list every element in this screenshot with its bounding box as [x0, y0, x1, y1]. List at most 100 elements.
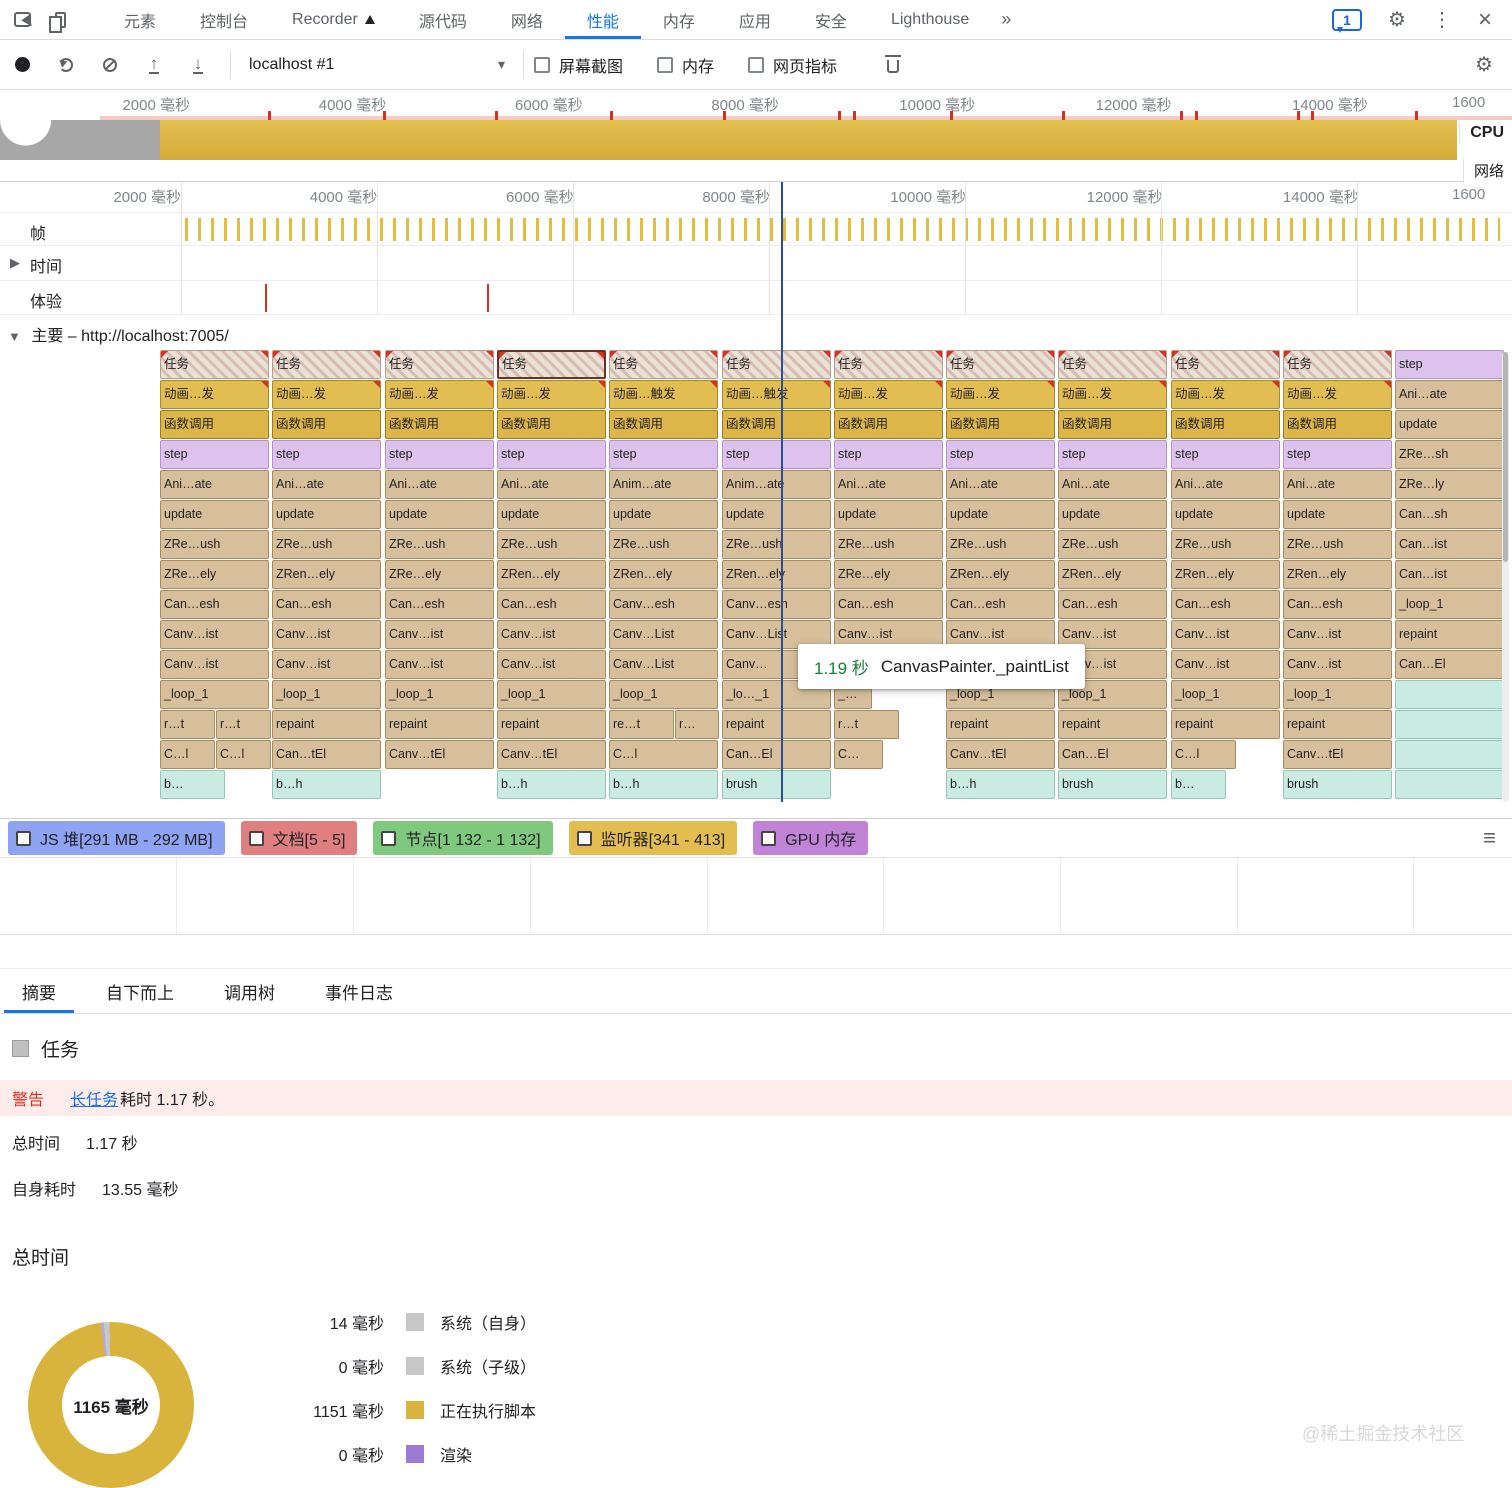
memory-series-toggle[interactable]: JS 堆[291 MB - 292 MB] [8, 821, 225, 855]
flame-event-Ani…ate[interactable]: Ani…ate [272, 470, 381, 499]
flame-event-brush[interactable]: brush [722, 770, 831, 799]
flame-event-函数调用[interactable]: 函数调用 [1283, 410, 1392, 439]
flame-event-Canv…ist[interactable]: Canv…ist [385, 620, 494, 649]
reload-and-record-button[interactable] [44, 45, 88, 85]
flame-event-Canv…tEl[interactable]: Canv…tEl [497, 740, 606, 769]
flame-event-动画…发[interactable]: 动画…发 [272, 380, 381, 409]
flame-event-ZRe…ush[interactable]: ZRe…ush [834, 530, 943, 559]
flame-event-update[interactable]: update [1171, 500, 1280, 529]
flame-event-ZRen…ely[interactable]: ZRen…ely [1171, 560, 1280, 589]
flame-event-update[interactable]: update [272, 500, 381, 529]
flame-event-repaint[interactable]: repaint [497, 710, 606, 739]
flame-event-函数调用[interactable]: 函数调用 [722, 410, 831, 439]
flame-event-ZRe…ush[interactable]: ZRe…ush [497, 530, 606, 559]
flame-event-ZRe…ely[interactable]: ZRe…ely [385, 560, 494, 589]
flame-event-Ani…ate[interactable]: Ani…ate [1058, 470, 1167, 499]
flame-event-Ani…ate[interactable]: Ani…ate [1283, 470, 1392, 499]
checkbox-内存[interactable]: 内存 [657, 53, 714, 77]
tab-性能[interactable]: 性能 [565, 0, 641, 39]
flame-event-动画…发[interactable]: 动画…发 [1058, 380, 1167, 409]
flame-event-函数调用[interactable]: 函数调用 [1058, 410, 1167, 439]
flame-event-C…l[interactable]: C…l [609, 740, 718, 769]
flame-event-step[interactable]: step [272, 440, 381, 469]
flame-event-Can…esh[interactable]: Can…esh [834, 590, 943, 619]
flame-event-step[interactable]: step [497, 440, 606, 469]
flame-event-任务[interactable]: 任务 [272, 350, 381, 379]
flame-event-C…l[interactable]: C…l [160, 740, 215, 769]
capture-settings-button[interactable]: ⚙ [1462, 45, 1506, 85]
flame-event-Canv…List[interactable]: Canv…List [609, 650, 718, 679]
flame-event-Can…esh[interactable]: Can…esh [272, 590, 381, 619]
close-icon[interactable]: × [1478, 6, 1492, 34]
flame-event-step[interactable]: step [946, 440, 1055, 469]
flame-event-任务[interactable]: 任务 [385, 350, 494, 379]
feedback-badge[interactable]: 1 [1332, 9, 1362, 31]
collect-garbage-button[interactable] [871, 45, 915, 85]
flame-event-ZRen…ely[interactable]: ZRen…ely [722, 560, 831, 589]
flame-event-b…h[interactable]: b…h [497, 770, 606, 799]
details-tab-摘要[interactable]: 摘要 [4, 969, 74, 1013]
flame-event-b…[interactable]: b… [160, 770, 225, 799]
flame-event-ZRe…sh[interactable]: ZRe…sh [1395, 440, 1504, 469]
flame-event-update[interactable]: update [385, 500, 494, 529]
flame-event-ZRe…ush[interactable]: ZRe…ush [272, 530, 381, 559]
flame-event-ZRe…ush[interactable]: ZRe…ush [1171, 530, 1280, 559]
flame-event-Canv…ist[interactable]: Canv…ist [497, 620, 606, 649]
flame-event-step[interactable]: step [609, 440, 718, 469]
flame-event-_loop_1[interactable]: _loop_1 [609, 680, 718, 709]
flame-event-ZRe…ely[interactable]: ZRe…ely [834, 560, 943, 589]
flame-event-ZRen…ely[interactable]: ZRen…ely [609, 560, 718, 589]
flame-event-repaint[interactable]: repaint [722, 710, 831, 739]
memory-graph[interactable] [0, 858, 1512, 935]
tab-源代码[interactable]: 源代码 [397, 0, 489, 39]
flame-event-任务[interactable]: 任务 [722, 350, 831, 379]
flame-event[interactable] [1395, 710, 1504, 739]
flame-event-ZRen…ely[interactable]: ZRen…ely [946, 560, 1055, 589]
flame-event-函数调用[interactable]: 函数调用 [497, 410, 606, 439]
flame-event-ZRe…ely[interactable]: ZRe…ely [160, 560, 269, 589]
checkbox-屏幕截图[interactable]: 屏幕截图 [534, 53, 623, 77]
flame-event-函数调用[interactable]: 函数调用 [834, 410, 943, 439]
flame-event-ZRe…ly[interactable]: ZRe…ly [1395, 470, 1504, 499]
flame-event-ZRe…ush[interactable]: ZRe…ush [160, 530, 269, 559]
scrollbar-thumb[interactable] [1503, 352, 1508, 562]
record-button[interactable] [0, 45, 44, 85]
flame-event-Can…sh[interactable]: Can…sh [1395, 500, 1504, 529]
flame-event-Canv…ist[interactable]: Canv…ist [272, 620, 381, 649]
flame-event-update[interactable]: update [497, 500, 606, 529]
flame-event-Canv…List[interactable]: Canv…List [609, 620, 718, 649]
flame-event-_loop_1[interactable]: _loop_1 [272, 680, 381, 709]
experience-track[interactable]: 体验 [0, 280, 1512, 315]
flame-event-r…t[interactable]: r…t [216, 710, 271, 739]
flame-event-Canv…ist[interactable]: Canv…ist [1171, 620, 1280, 649]
flame-event-动画…发[interactable]: 动画…发 [385, 380, 494, 409]
checkbox-网页指标[interactable]: 网页指标 [748, 53, 837, 77]
flame-event-b…h[interactable]: b…h [946, 770, 1055, 799]
inspect-icon[interactable] [14, 12, 31, 27]
flame-event-动画…发[interactable]: 动画…发 [1171, 380, 1280, 409]
memory-series-toggle[interactable]: 监听器[341 - 413] [569, 821, 738, 855]
flame-event-Can…ist[interactable]: Can…ist [1395, 560, 1504, 589]
kebab-menu-icon[interactable]: ⋮ [1432, 7, 1452, 32]
tab-安全[interactable]: 安全 [793, 0, 869, 39]
flame-event-Ani…ate[interactable]: Ani…ate [385, 470, 494, 499]
flame-event-b…h[interactable]: b…h [272, 770, 381, 799]
flame-event-任务[interactable]: 任务 [1058, 350, 1167, 379]
flame-event-动画…发[interactable]: 动画…发 [834, 380, 943, 409]
flame-event-Ani…ate[interactable]: Ani…ate [497, 470, 606, 499]
frames-track[interactable]: 帧 [0, 212, 1512, 245]
flame-event-brush[interactable]: brush [1058, 770, 1167, 799]
details-tab-调用树[interactable]: 调用树 [206, 969, 293, 1013]
flame-event-C…l[interactable]: C…l [216, 740, 271, 769]
details-tab-自下而上[interactable]: 自下而上 [88, 969, 192, 1013]
flame-event-ZRe…ush[interactable]: ZRe…ush [946, 530, 1055, 559]
flame-event-Canv…ist[interactable]: Canv…ist [497, 650, 606, 679]
flame-event-Ani…ate[interactable]: Ani…ate [1395, 380, 1504, 409]
flame-event-Canv…tEl[interactable]: Canv…tEl [1283, 740, 1392, 769]
collapse-icon[interactable]: ▼ [8, 329, 21, 344]
flame-event-r…t[interactable]: r…t [834, 710, 899, 739]
flame-event-任务[interactable]: 任务 [160, 350, 269, 379]
flame-event-step[interactable]: step [1395, 350, 1504, 379]
flame-event-动画…发[interactable]: 动画…发 [160, 380, 269, 409]
load-profile-button[interactable]: ↑ [132, 45, 176, 85]
